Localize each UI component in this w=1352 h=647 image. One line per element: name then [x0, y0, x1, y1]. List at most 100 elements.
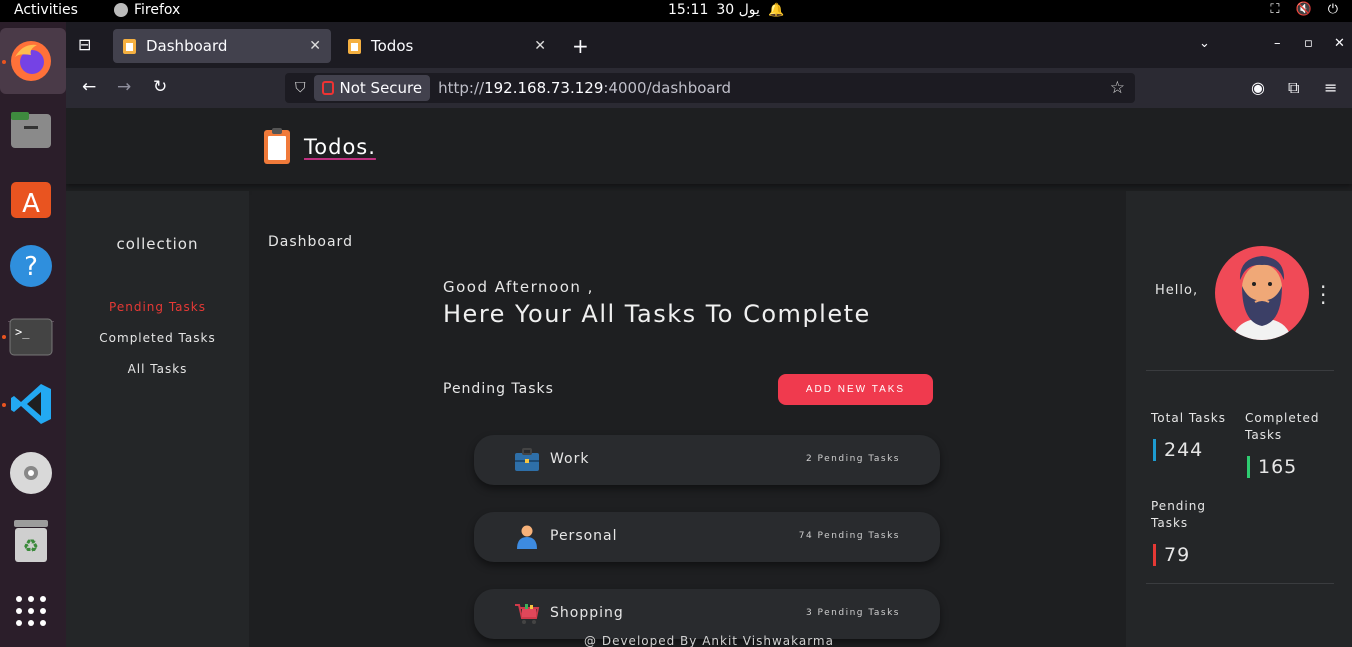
forward-icon[interactable]: →	[117, 77, 131, 97]
sidebar-title: collection	[116, 235, 199, 253]
network-icon: ⛶	[1270, 2, 1280, 17]
reload-icon[interactable]: ↻	[153, 77, 167, 97]
clock-time: 15:11	[668, 2, 709, 18]
url-text[interactable]: http://192.168.73.129:4000/dashboard	[438, 79, 731, 97]
task-card-personal[interactable]: Personal 74 Pending Tasks	[474, 512, 940, 562]
terminal-icon: >_	[9, 318, 53, 356]
close-window-icon[interactable]: ✕	[1334, 36, 1345, 51]
running-indicator	[2, 60, 6, 64]
task-name: Work	[550, 451, 590, 467]
url-path: :4000/dashboard	[603, 79, 732, 97]
tab-label: Dashboard	[146, 37, 228, 55]
tab-strip: ⊟ Dashboard ✕ Todos ✕ + ⌄ – ▫ ✕	[66, 22, 1352, 68]
system-tray[interactable]: ⛶ 🔇 ⏻	[1270, 2, 1338, 17]
cart-icon	[515, 604, 540, 624]
task-pending-count: 3 Pending Tasks	[805, 608, 900, 618]
dock-help[interactable]: ?	[8, 243, 54, 289]
running-indicator	[2, 403, 6, 407]
url-host: 192.168.73.129	[484, 79, 604, 97]
person-icon	[517, 525, 537, 549]
total-tasks-value: 244	[1153, 439, 1203, 461]
tracking-shield-icon[interactable]: ⛉	[295, 80, 306, 96]
app-name: Firefox	[134, 2, 181, 18]
dock-files[interactable]	[8, 107, 54, 153]
total-tasks-label: Total Tasks	[1151, 411, 1226, 425]
completed-tasks-label: Completed Tasks	[1245, 411, 1320, 442]
power-icon: ⏻	[1327, 2, 1338, 17]
dock-firefox[interactable]	[8, 38, 54, 84]
briefcase-icon	[515, 448, 539, 471]
menu-icon[interactable]: ≡	[1324, 78, 1337, 97]
brand-name: Todos.	[304, 135, 376, 159]
dock-software[interactable]: A	[8, 175, 54, 221]
maximize-icon[interactable]: ▫	[1304, 36, 1313, 51]
files-icon	[11, 112, 51, 148]
software-center-icon: A	[11, 182, 51, 219]
dock-disc[interactable]	[8, 450, 54, 496]
dock-terminal[interactable]: >_	[8, 314, 54, 360]
back-icon[interactable]: ←	[82, 77, 96, 97]
pending-tasks-label: Pending Tasks	[1151, 499, 1206, 530]
brand[interactable]: Todos.	[264, 128, 376, 164]
extensions-icon[interactable]: ⧉	[1288, 78, 1299, 98]
clock[interactable]: 15:11 يول 30 🔔	[668, 2, 784, 18]
clipboard-logo-icon	[264, 128, 290, 164]
dock-trash[interactable]: ♻	[8, 518, 54, 564]
close-tab-icon[interactable]: ✕	[309, 38, 321, 54]
bookmark-star-icon[interactable]: ☆	[1110, 78, 1125, 98]
close-tab-icon[interactable]: ✕	[534, 38, 546, 54]
app-header: Todos.	[66, 108, 1352, 184]
not-secure-label: Not Secure	[339, 79, 423, 97]
trash-icon: ♻	[14, 520, 48, 562]
tab-dashboard[interactable]: Dashboard ✕	[113, 29, 331, 63]
task-name: Personal	[550, 528, 618, 544]
tab-label: Todos	[371, 37, 414, 55]
running-indicator	[2, 335, 6, 339]
todo-favicon-icon	[123, 38, 136, 54]
svg-text:A: A	[22, 189, 40, 219]
dock-show-apps[interactable]	[8, 588, 54, 634]
system-top-bar: Activities Firefox 15:11 يول 30 🔔 ⛶ 🔇 ⏻	[0, 0, 1352, 22]
url-bar[interactable]: ⛉ Not Secure http://192.168.73.129:4000/…	[285, 73, 1135, 103]
pending-tasks-value: 79	[1153, 544, 1190, 566]
main-content: Dashboard Good Afternoon , Here Your All…	[252, 191, 1126, 647]
greeting: Good Afternoon ,	[443, 278, 594, 296]
insecure-lock-icon	[321, 81, 334, 95]
profile-panel: Hello, · · · Total Tasks 244 Completed Tas…	[1126, 191, 1352, 647]
bearded-man-avatar-icon	[1233, 256, 1291, 340]
tab-todos[interactable]: Todos ✕	[338, 29, 556, 63]
task-card-work[interactable]: Work 2 Pending Tasks	[474, 435, 940, 485]
firefox-mini-icon	[114, 3, 128, 17]
new-tab-icon[interactable]: +	[572, 34, 589, 58]
notification-bell-icon: 🔔	[767, 2, 785, 18]
activities-button[interactable]: Activities	[14, 2, 78, 18]
list-tabs-icon[interactable]: ⌄	[1199, 36, 1210, 51]
clock-date: يول 30	[716, 2, 760, 18]
dock-vscode[interactable]	[8, 381, 54, 427]
svg-text:?: ?	[24, 252, 38, 282]
completed-tasks-value: 165	[1247, 456, 1297, 478]
divider	[1146, 583, 1334, 584]
avatar[interactable]	[1215, 246, 1309, 340]
vscode-icon	[11, 384, 51, 424]
hello-label: Hello,	[1155, 283, 1199, 298]
more-options-icon[interactable]: · · ·	[1320, 277, 1326, 313]
not-secure-badge[interactable]: Not Secure	[313, 75, 431, 101]
web-page: Todos. collection Pending Tasks Complete…	[66, 108, 1352, 647]
svg-text:>_: >_	[15, 325, 30, 339]
volume-muted-icon: 🔇	[1295, 2, 1312, 17]
pending-tasks-heading: Pending Tasks	[443, 381, 554, 397]
task-pending-count: 74 Pending Tasks	[798, 531, 900, 541]
sidebar-item-pending-tasks[interactable]: Pending Tasks	[66, 300, 249, 314]
add-new-task-button[interactable]: ADD NEW TAKS	[778, 374, 933, 405]
task-card-shopping[interactable]: Shopping 3 Pending Tasks	[474, 589, 940, 639]
sidebar-item-completed-tasks[interactable]: Completed Tasks	[66, 331, 249, 345]
sidebar-item-all-tasks[interactable]: All Tasks	[66, 362, 249, 376]
tab-overview-icon[interactable]: ⊟	[78, 35, 91, 54]
dock: A ? >_ ♻	[0, 22, 66, 647]
account-icon[interactable]: ◉	[1251, 78, 1265, 97]
minimize-icon[interactable]: –	[1274, 36, 1281, 51]
disc-icon	[10, 452, 52, 494]
collection-sidebar: collection Pending Tasks Completed Tasks…	[66, 191, 249, 647]
app-menu[interactable]: Firefox	[114, 2, 180, 18]
